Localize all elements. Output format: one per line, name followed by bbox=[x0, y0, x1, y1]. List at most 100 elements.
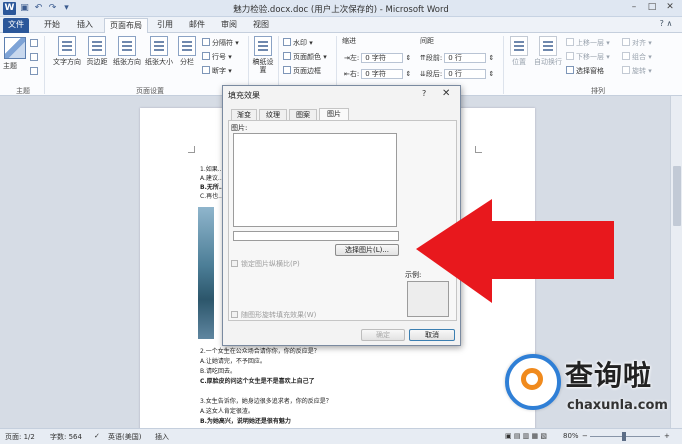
zoom-slider-handle[interactable] bbox=[622, 432, 626, 441]
tab-home[interactable]: 开始 bbox=[37, 18, 67, 33]
align-button[interactable]: 对齐 ▾ bbox=[622, 38, 652, 48]
draft-settings-icon bbox=[254, 36, 272, 56]
wrap-text-icon bbox=[539, 36, 557, 56]
tab-gradient[interactable]: 渐变 bbox=[231, 109, 257, 120]
theme-effects-icon[interactable] bbox=[30, 67, 40, 77]
selection-pane-button[interactable]: 选择窗格 bbox=[566, 66, 604, 76]
tab-texture[interactable]: 纹理 bbox=[259, 109, 287, 120]
text-direction-button[interactable]: 文字方向 bbox=[51, 36, 83, 66]
doc-line: C.再也... bbox=[200, 193, 224, 200]
zoom-level[interactable]: 80% bbox=[563, 432, 579, 440]
close-icon[interactable]: ✕ bbox=[442, 88, 450, 99]
page-indicator[interactable]: 页面: 1/2 bbox=[5, 432, 35, 442]
columns-icon bbox=[178, 36, 196, 56]
breaks-button[interactable]: 分隔符 ▾ bbox=[202, 38, 239, 48]
window-title: 魅力检验.docx.doc (用户上次保存的) - Microsoft Word bbox=[233, 5, 449, 15]
select-picture-button[interactable]: 选择图片(L)... bbox=[335, 244, 399, 256]
indent-label: 缩进 bbox=[342, 37, 356, 45]
send-backward-button[interactable]: 下移一层 ▾ bbox=[566, 52, 610, 62]
text-direction-icon bbox=[58, 36, 76, 56]
rotate-button[interactable]: 旋转 ▾ bbox=[622, 66, 652, 76]
watermark-logo-icon bbox=[505, 354, 561, 410]
maximize-icon[interactable]: □ bbox=[644, 1, 660, 14]
page-color-button[interactable]: 页面颜色 ▾ bbox=[283, 52, 327, 62]
theme-icon[interactable] bbox=[4, 37, 26, 59]
draft-settings-button[interactable]: 稿纸设置 bbox=[252, 36, 274, 74]
cancel-button[interactable]: 取消 bbox=[409, 329, 455, 341]
doc-line: 1.如果... bbox=[200, 166, 224, 173]
page-border-button[interactable]: 页面边框 bbox=[283, 66, 321, 76]
position-button[interactable]: 位置 bbox=[507, 36, 531, 66]
indent-left-field[interactable]: ⇥左: 0 字符 ⇕ bbox=[344, 53, 411, 63]
document-image[interactable] bbox=[198, 207, 214, 339]
orientation-button[interactable]: 纸张方向 bbox=[111, 36, 143, 66]
wrap-text-button[interactable]: 自动换行 bbox=[532, 36, 564, 66]
help-icon[interactable]: ? ∧ bbox=[656, 19, 676, 31]
doc-line: B.请吃回去。 bbox=[200, 368, 237, 375]
tab-file[interactable]: 文件 bbox=[3, 18, 29, 33]
title-bar: W ▣ ↶ ↷ ▾ 魅力检验.docx.doc (用户上次保存的) - Micr… bbox=[0, 0, 682, 17]
tab-references[interactable]: 引用 bbox=[151, 18, 179, 33]
ok-button[interactable]: 确定 bbox=[361, 329, 405, 341]
theme-colors-icon[interactable] bbox=[30, 39, 40, 49]
position-icon bbox=[510, 36, 528, 56]
tab-picture[interactable]: 图片 bbox=[319, 108, 349, 120]
doc-line: A.建议... bbox=[200, 175, 224, 182]
group-label-arrange: 排列 bbox=[591, 87, 605, 95]
tab-review[interactable]: 审阅 bbox=[215, 18, 243, 33]
group-label-page-setup: 页面设置 bbox=[136, 87, 164, 95]
doc-line: A.让她请完，不予回应。 bbox=[200, 358, 266, 365]
doc-line: 3.女生告诉你，她身边很多追求者，你的反应是？ bbox=[200, 398, 332, 405]
watermark-button[interactable]: 水印 ▾ bbox=[283, 38, 313, 48]
spacing-before-field[interactable]: ⇈段前: 0 行 ⇕ bbox=[420, 53, 494, 63]
insert-mode[interactable]: 插入 bbox=[155, 432, 169, 442]
close-icon[interactable]: ✕ bbox=[662, 1, 678, 14]
help-icon[interactable]: ? bbox=[422, 89, 426, 98]
hyphenation-button[interactable]: 断字 ▾ bbox=[202, 66, 232, 76]
size-button[interactable]: 纸张大小 bbox=[143, 36, 175, 66]
lock-aspect-checkbox[interactable]: 锁定图片纵横比(P) bbox=[231, 259, 300, 269]
columns-button[interactable]: 分栏 bbox=[176, 36, 198, 66]
doc-line: B.为她高兴，说明她还是很有魅力 bbox=[200, 418, 291, 425]
tab-pattern[interactable]: 图案 bbox=[289, 109, 317, 120]
group-label-theme: 主题 bbox=[16, 87, 30, 95]
crop-mark bbox=[475, 146, 482, 153]
view-buttons[interactable]: ▣ ▤ ▥ ▦ ▧ bbox=[505, 432, 547, 440]
window-controls: – □ ✕ bbox=[626, 1, 678, 14]
watermark-title: 查询啦 bbox=[565, 359, 653, 392]
paper-size-icon bbox=[150, 36, 168, 56]
picture-preview bbox=[233, 133, 397, 227]
rotate-fill-checkbox[interactable]: 随图形旋转填充效果(W) bbox=[231, 310, 316, 320]
margins-button[interactable]: 页边距 bbox=[83, 36, 111, 66]
doc-line: C.厚脸皮的问这个女生是不是喜欢上自己了 bbox=[200, 378, 315, 385]
tab-mailings[interactable]: 邮件 bbox=[183, 18, 211, 33]
theme-button[interactable]: 主题 bbox=[3, 61, 17, 71]
zoom-in-icon[interactable]: + bbox=[664, 432, 670, 440]
language-indicator[interactable]: 英语(美国) bbox=[108, 432, 141, 442]
margins-icon bbox=[88, 36, 106, 56]
indent-right-field[interactable]: ⇤右: 0 字符 ⇕ bbox=[344, 69, 411, 79]
tab-page-layout[interactable]: 页面布局 bbox=[104, 18, 148, 33]
tab-view[interactable]: 视图 bbox=[247, 18, 275, 33]
picture-label: 图片: bbox=[231, 124, 248, 132]
theme-fonts-icon[interactable] bbox=[30, 53, 40, 63]
orientation-icon bbox=[118, 36, 136, 56]
spacing-label: 间距 bbox=[420, 37, 434, 45]
group-divider bbox=[44, 36, 45, 94]
minimize-icon[interactable]: – bbox=[626, 1, 642, 14]
tab-insert[interactable]: 插入 bbox=[70, 18, 100, 33]
bring-forward-button[interactable]: 上移一层 ▾ bbox=[566, 38, 610, 48]
proofing-icon[interactable]: ✓ bbox=[94, 432, 100, 440]
watermark-url: chaxunla.com bbox=[567, 398, 668, 413]
red-arrow-annotation bbox=[416, 199, 614, 303]
zoom-out-icon[interactable]: − bbox=[582, 432, 588, 440]
crop-mark bbox=[188, 146, 195, 153]
line-numbers-button[interactable]: 行号 ▾ bbox=[202, 52, 232, 62]
spacing-after-field[interactable]: ⇊段后: 0 行 ⇕ bbox=[420, 69, 494, 79]
group-button[interactable]: 组合 ▾ bbox=[622, 52, 652, 62]
scrollbar-thumb[interactable] bbox=[673, 166, 681, 226]
word-count[interactable]: 字数: 564 bbox=[50, 432, 82, 442]
status-bar: 页面: 1/2 字数: 564 ✓ 英语(美国) 插入 ▣ ▤ ▥ ▦ ▧ 80… bbox=[0, 428, 682, 444]
doc-line: 2.一个女生在公众场合请你你，你的反应是？ bbox=[200, 348, 320, 355]
group-divider bbox=[503, 36, 504, 94]
